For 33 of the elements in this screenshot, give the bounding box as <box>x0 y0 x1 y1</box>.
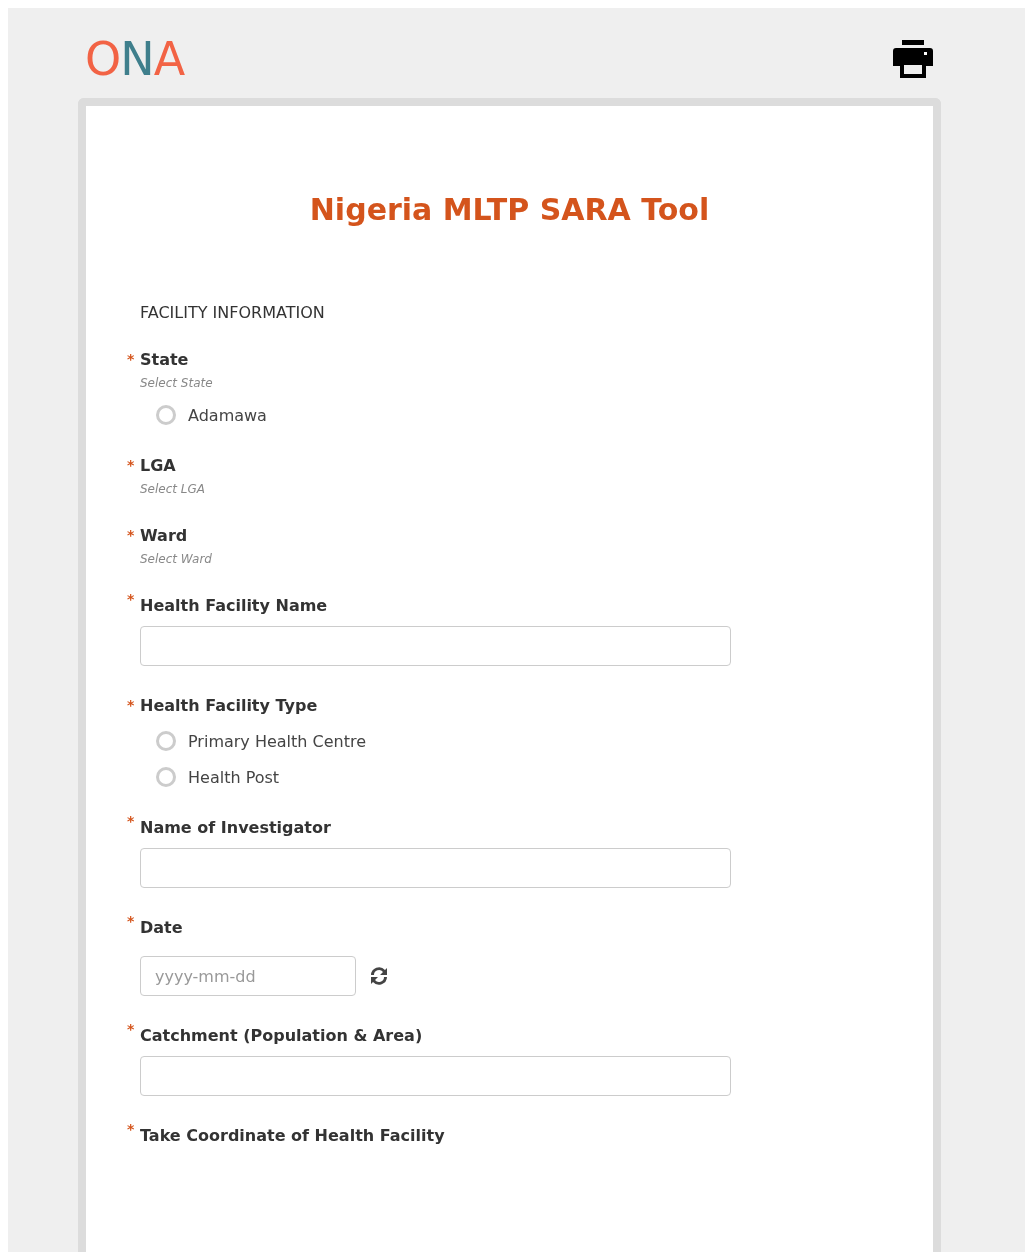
field-hint: Select Ward <box>140 552 213 566</box>
required-mark: * <box>127 1120 136 1138</box>
field-label-text: Date <box>140 918 183 938</box>
field-label-text: Catchment (Population & Area) <box>140 1026 423 1046</box>
required-mark: * <box>127 526 136 544</box>
required-mark: * <box>127 350 136 368</box>
text-field[interactable] <box>140 626 731 666</box>
field-label-text: Take Coordinate of Health Facility <box>140 1126 445 1146</box>
required-mark: * <box>127 696 136 714</box>
refresh-icon[interactable] <box>368 965 390 987</box>
field-hint: Select LGA <box>140 482 207 496</box>
field-label-text: Ward <box>140 526 188 546</box>
field-label-text: State <box>140 350 189 370</box>
section-heading: FACILITY INFORMATION <box>140 303 326 322</box>
required-mark: * <box>127 812 136 830</box>
form-title: Nigeria MLTP SARA Tool <box>308 192 711 227</box>
text-field[interactable] <box>140 848 731 888</box>
field-label-text: LGA <box>140 456 176 476</box>
text-field[interactable] <box>140 1056 731 1096</box>
field-hint: Select State <box>140 376 214 390</box>
print-icon[interactable] <box>893 40 933 78</box>
field-label-text: Health Facility Type <box>140 696 318 716</box>
radio-option[interactable]: Primary Health Centre <box>156 730 933 752</box>
date-field[interactable]: yyyy-mm-dd <box>140 956 356 996</box>
required-mark: * <box>127 1020 136 1038</box>
required-mark: * <box>127 912 136 930</box>
required-mark: * <box>127 590 136 608</box>
radio-option[interactable]: Health Post <box>156 766 933 788</box>
logo[interactable]: ONA <box>85 36 185 82</box>
required-mark: * <box>127 456 136 474</box>
field-label-text: Name of Investigator <box>140 818 331 838</box>
radio-option[interactable]: Adamawa <box>156 404 933 426</box>
field-label-text: Health Facility Name <box>140 596 328 616</box>
